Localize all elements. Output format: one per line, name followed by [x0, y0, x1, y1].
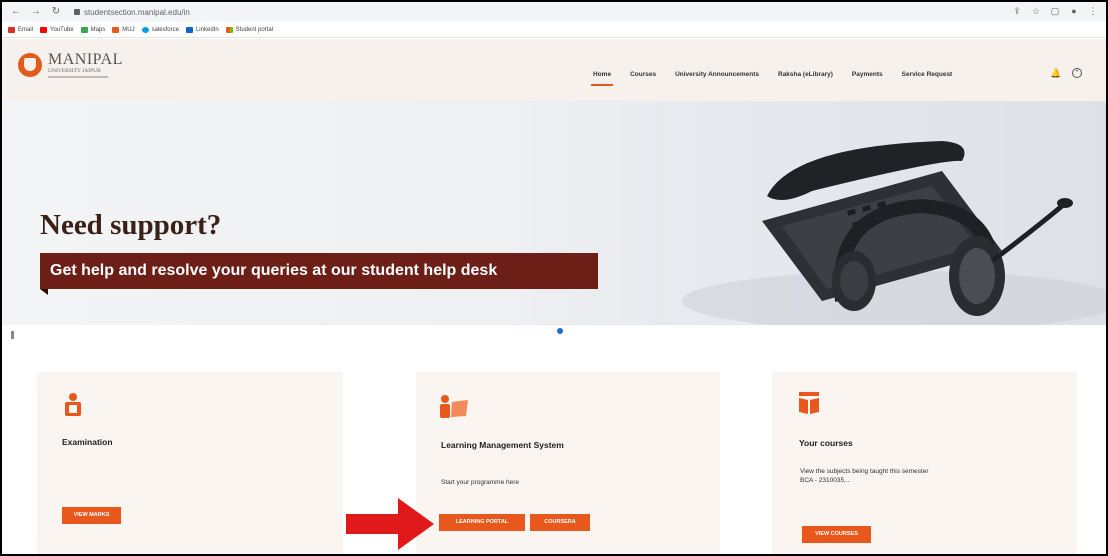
bookmark-maps[interactable]: Maps [80, 26, 105, 33]
logo-text: MANIPAL UNIVERSITY JAIPUR [48, 52, 123, 78]
card-description-secondary: BCA - 2310035... [800, 477, 850, 484]
logo-line2: UNIVERSITY JAIPUR [48, 68, 101, 74]
bookmark-salesforce[interactable]: salesforce [141, 26, 179, 33]
card-description: Start your programme here [441, 479, 520, 486]
profile-icon[interactable]: ● [1069, 5, 1079, 17]
youtube-icon [40, 26, 48, 33]
browser-actions: ⇪ ☆ ▢ ● ⋮ [1012, 5, 1098, 17]
microsoft-icon [225, 26, 233, 33]
carousel-dot-active[interactable] [557, 328, 563, 334]
header-icons: 🔔 • [1050, 68, 1082, 78]
muj-icon [112, 26, 120, 33]
back-icon[interactable]: ← [10, 6, 22, 18]
hero-title: Need support? [40, 209, 222, 241]
bell-icon[interactable]: 🔔 [1050, 68, 1061, 78]
carousel-prev-control[interactable] [11, 331, 14, 339]
menu-icon[interactable]: ⋮ [1088, 5, 1098, 17]
card-title: Examination [62, 437, 113, 447]
headset-phone-image [682, 141, 1106, 325]
bookmark-student-portal[interactable]: Student portal [225, 26, 273, 33]
url-field[interactable]: studentsection.manipal.edu/in [74, 6, 190, 18]
carousel-indicators [557, 328, 563, 334]
card-title: Your courses [799, 438, 853, 448]
logo-tagline [48, 76, 108, 78]
star-icon[interactable]: ☆ [1031, 5, 1041, 17]
bookmark-linkedin[interactable]: LinkedIn [185, 26, 219, 33]
lock-icon [74, 9, 80, 15]
book-icon [799, 392, 819, 414]
url-text: studentsection.manipal.edu/in [84, 7, 190, 17]
view-marks-button[interactable]: VIEW MARKS [62, 507, 121, 524]
main-nav: Home Courses University Announcements Ra… [590, 71, 953, 86]
maps-icon [80, 26, 88, 33]
card-your-courses: Your courses View the subjects being tau… [772, 372, 1077, 554]
card-lms: Learning Management System Start your pr… [416, 372, 720, 554]
exam-icon [65, 393, 81, 416]
nav-service-request[interactable]: Service Request [902, 71, 953, 78]
forward-icon[interactable]: → [30, 6, 42, 18]
salesforce-icon [141, 26, 149, 33]
bookmarks-bar: Email YouTube Maps MUJ salesforce Linked… [2, 22, 1106, 38]
share-icon[interactable]: ⇪ [1012, 5, 1022, 17]
user-icon[interactable]: • [1072, 68, 1082, 78]
nav-university-announcements[interactable]: University Announcements [675, 71, 759, 78]
annotation-arrow-icon [346, 498, 434, 550]
nav-raksha-elibrary[interactable]: Raksha (eLibrary) [778, 71, 833, 78]
bookmark-email[interactable]: Email [8, 26, 33, 33]
learning-portal-button[interactable]: LEARNING PORTAL [439, 514, 525, 531]
bookmark-youtube[interactable]: YouTube [40, 26, 74, 33]
card-title: Learning Management System [441, 440, 564, 450]
bookmark-muj[interactable]: MUJ [112, 26, 135, 33]
coursera-button[interactable]: COURSERA [530, 514, 590, 531]
nav-payments[interactable]: Payments [852, 71, 883, 78]
university-logo[interactable]: MANIPAL UNIVERSITY JAIPUR [18, 52, 123, 78]
logo-line1: MANIPAL [48, 51, 123, 68]
view-courses-button[interactable]: VIEW COURSES [802, 526, 871, 543]
reload-icon[interactable]: ↻ [50, 6, 62, 18]
crest-icon [18, 53, 42, 77]
learning-icon [440, 395, 468, 418]
browser-window: ← → ↻ studentsection.manipal.edu/in ⇪ ☆ … [0, 0, 1108, 556]
tab-icon[interactable]: ▢ [1050, 5, 1060, 17]
linkedin-icon [185, 26, 193, 33]
hero-carousel[interactable]: Need support? Get help and resolve your … [2, 101, 1106, 325]
address-bar-row: ← → ↻ studentsection.manipal.edu/in ⇪ ☆ … [2, 2, 1106, 22]
nav-courses[interactable]: Courses [630, 71, 656, 78]
site-header: MANIPAL UNIVERSITY JAIPUR Home Courses U… [2, 39, 1106, 101]
hero-subtitle: Get help and resolve your queries at our… [40, 253, 598, 295]
card-description: View the subjects being taught this seme… [800, 468, 929, 475]
gmail-icon [8, 26, 15, 33]
nav-home[interactable]: Home [590, 71, 614, 86]
card-examination: Examination VIEW MARKS [37, 372, 343, 554]
